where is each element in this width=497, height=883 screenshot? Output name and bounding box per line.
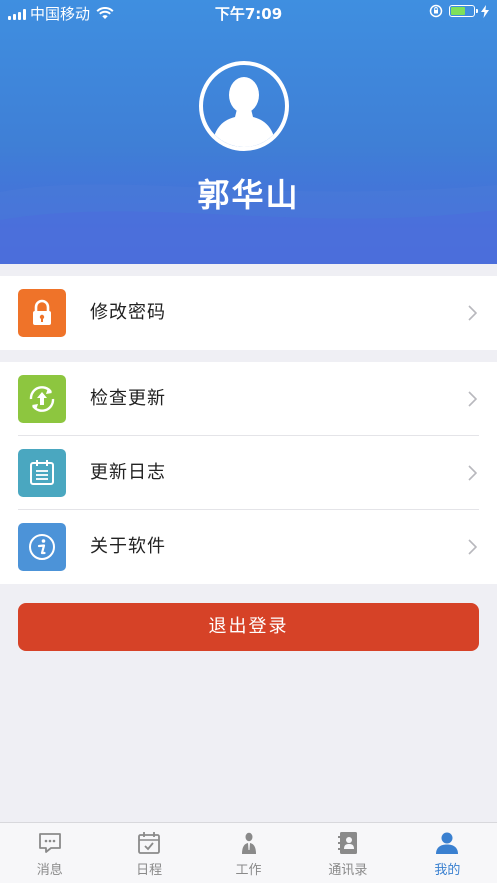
tab-messages[interactable]: 消息: [0, 823, 99, 883]
tab-mine[interactable]: 我的: [398, 823, 497, 883]
menu-item-about[interactable]: 关于软件: [0, 510, 497, 584]
tab-label: 消息: [36, 863, 63, 878]
tab-label: 日程: [136, 863, 163, 878]
calendar-log-icon: [18, 449, 66, 497]
chevron-right-icon: [468, 539, 477, 555]
menu-item-update-log[interactable]: 更新日志: [0, 436, 497, 510]
status-bar: 中国移动 下午7:09: [0, 0, 497, 26]
menu-item-check-update[interactable]: 检查更新: [0, 362, 497, 436]
work-icon: [241, 832, 256, 854]
tab-label: 通讯录: [328, 863, 368, 878]
tab-work[interactable]: 工作: [199, 823, 298, 883]
tab-schedule[interactable]: 日程: [99, 823, 198, 883]
lock-icon: [18, 289, 66, 337]
menu-label-update-log: 更新日志: [90, 462, 166, 483]
tab-bar: 消息 日程 工作 通讯录 我的: [0, 822, 497, 883]
status-time: 下午7:09: [214, 5, 283, 23]
info-icon: [18, 523, 66, 571]
charging-icon: [481, 4, 489, 18]
battery-icon: [449, 5, 478, 17]
menu-label-change-password: 修改密码: [90, 302, 166, 323]
tab-label: 我的: [434, 863, 461, 878]
user-name: 郭华山: [197, 176, 300, 214]
menu-group-account: 修改密码: [0, 276, 497, 350]
chevron-right-icon: [468, 391, 477, 407]
calendar-icon: [138, 832, 161, 854]
tab-contacts[interactable]: 通讯录: [298, 823, 397, 883]
update-icon: [18, 375, 66, 423]
menu-item-change-password[interactable]: 修改密码: [0, 276, 497, 350]
message-icon: [38, 833, 61, 853]
chevron-right-icon: [468, 305, 477, 321]
menu-label-about: 关于软件: [90, 536, 166, 557]
profile-header: 中国移动 下午7:09 郭华山: [0, 0, 497, 264]
chevron-right-icon: [468, 465, 477, 481]
menu-label-check-update: 检查更新: [90, 388, 166, 409]
person-silhouette-icon: [211, 77, 277, 147]
avatar[interactable]: [199, 61, 289, 151]
menu-group-app: 检查更新 更新日志 关于软件: [0, 362, 497, 584]
contacts-icon: [337, 832, 357, 854]
person-icon: [436, 832, 459, 854]
orientation-lock-icon: [429, 4, 443, 18]
tab-label: 工作: [235, 863, 262, 878]
logout-button[interactable]: 退出登录: [18, 603, 479, 651]
